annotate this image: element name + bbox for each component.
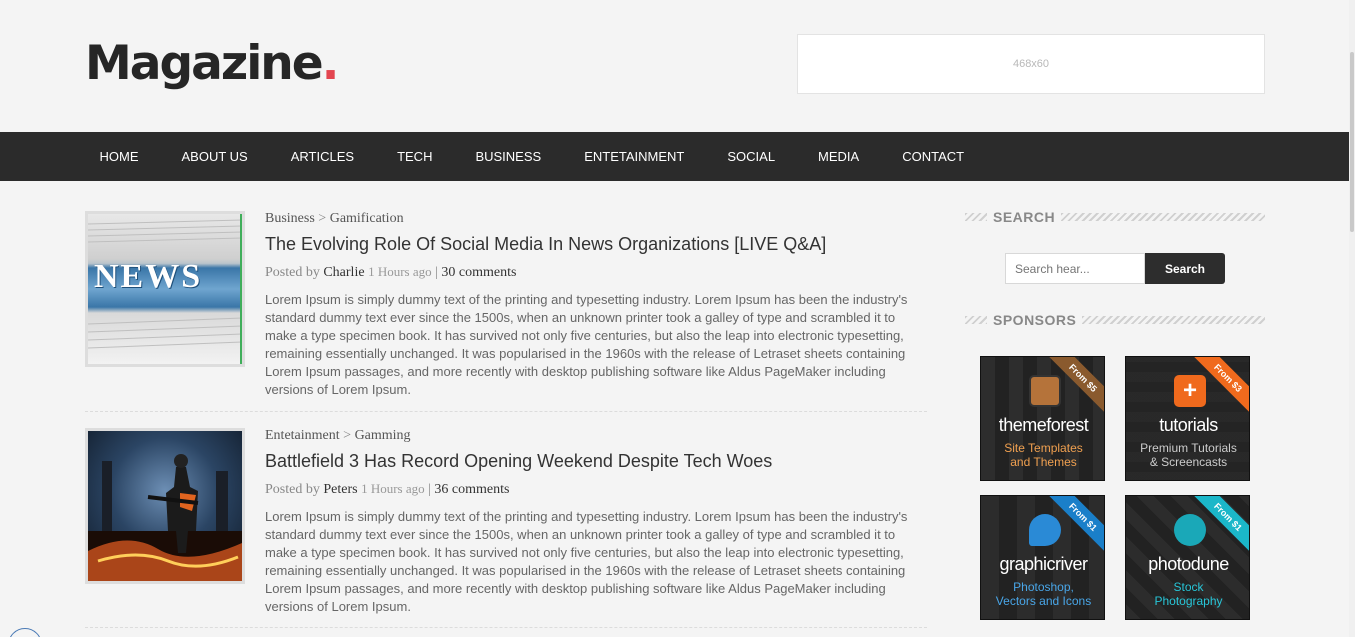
sponsors-heading: SPONSORS (965, 312, 1265, 328)
post-author[interactable]: Peters (323, 482, 357, 497)
ad-banner[interactable]: 468x60 (797, 34, 1265, 94)
sponsor-tutorials[interactable]: From $3 + tutorials Premium Tutorials & … (1125, 356, 1250, 481)
sponsor-tagline-line2: Photography (1154, 594, 1223, 608)
nav-item-contact[interactable]: CONTACT (881, 132, 986, 181)
themeforest-icon (1029, 375, 1061, 407)
nav-item-entetainment[interactable]: ENTETAINMENT (563, 132, 706, 181)
post-body: Business > Gamification The Evolving Rol… (265, 211, 915, 399)
sponsor-tagline: Photoshop, Vectors and Icons (981, 580, 1104, 608)
nav-item-tech[interactable]: TECH (376, 132, 454, 181)
post-time: 1 Hours ago (361, 481, 425, 496)
nav-item-home[interactable]: HOME (78, 132, 160, 181)
graphicriver-icon (1029, 514, 1061, 546)
post-meta: Posted by Charlie 1 Hours ago | 30 comme… (265, 263, 915, 282)
nav-item-articles[interactable]: ARTICLES (269, 132, 375, 181)
post-time: 1 Hours ago (368, 264, 432, 279)
sponsor-name: graphicriver (999, 554, 1088, 574)
heading-stripe-left (965, 316, 987, 324)
page: Magazine. 468x60 HOME ABOUT US ARTICLES … (0, 0, 1355, 637)
news-thumb-text: NEWS (94, 258, 203, 295)
post-meta: Posted by Peters 1 Hours ago | 36 commen… (265, 480, 915, 499)
post-thumbnail[interactable]: NEWS (85, 211, 245, 367)
post-item: Entetainment > Gamming Battlefield 3 Has… (85, 428, 927, 616)
post-author[interactable]: Charlie (323, 265, 364, 280)
ad-label: 468x60 (1012, 58, 1050, 70)
sponsor-tagline-line2: & Screencasts (1149, 455, 1228, 469)
breadcrumb-separator: > (318, 211, 327, 226)
corner-badge-icon (8, 628, 42, 637)
nav-item-media[interactable]: MEDIA (797, 132, 881, 181)
post-title[interactable]: Battlefield 3 Has Record Opening Weekend… (265, 450, 915, 472)
post-breadcrumb: Business > Gamification (265, 211, 915, 227)
posted-by-label: Posted by (265, 482, 320, 497)
post-breadcrumb: Entetainment > Gamming (265, 428, 915, 444)
sponsor-tagline: Premium Tutorials & Screencasts (1126, 441, 1249, 469)
nav-item-social[interactable]: SOCIAL (706, 132, 797, 181)
sponsor-tagline-line2: Vectors and Icons (995, 594, 1092, 608)
post-item: NEWS Business > Gamification The Evolvin… (85, 211, 927, 399)
photodune-icon (1174, 514, 1206, 546)
sponsor-tagline: Stock Photography (1126, 580, 1249, 608)
sponsor-tagline-line2: and Themes (1010, 455, 1077, 469)
sponsor-tagline-line1: Stock (1173, 580, 1204, 594)
post-category[interactable]: Business (265, 211, 315, 226)
post-excerpt: Lorem Ipsum is simply dummy text of the … (265, 292, 908, 397)
sponsors-heading-text: SPONSORS (993, 312, 1077, 328)
post-divider (85, 411, 927, 412)
post-subcategory[interactable]: Gamming (355, 428, 411, 443)
logo-dot: . (321, 36, 340, 91)
search-heading: SEARCH (965, 209, 1265, 225)
meta-divider: | (428, 482, 431, 497)
sponsor-tagline-line1: Site Templates (1004, 441, 1083, 455)
nav-item-business[interactable]: BUSINESS (454, 132, 563, 181)
tutorials-plus-icon: + (1174, 375, 1206, 407)
sponsor-name: photodune (1148, 554, 1229, 574)
nav-item-about-us[interactable]: ABOUT US (160, 132, 269, 181)
heading-stripe-right (1061, 213, 1265, 221)
sponsor-tagline: Site Templates and Themes (981, 441, 1104, 469)
meta-divider: | (435, 265, 438, 280)
post-category[interactable]: Entetainment (265, 428, 340, 443)
sponsor-name: tutorials (1159, 415, 1218, 435)
search-input[interactable] (1005, 253, 1145, 284)
scrollbar-thumb[interactable] (1350, 52, 1354, 232)
sponsor-tagline-line1: Premium Tutorials (1140, 441, 1237, 455)
breadcrumb-separator: > (343, 428, 352, 443)
post-divider (85, 627, 927, 628)
post-excerpt: Lorem Ipsum is simply dummy text of the … (265, 509, 908, 614)
site-logo[interactable]: Magazine. (85, 36, 340, 91)
post-subcategory[interactable]: Gamification (330, 211, 404, 226)
heading-stripe-left (965, 213, 987, 221)
sponsor-graphicriver[interactable]: From $1 graphicriver Photoshop, Vectors … (980, 495, 1105, 620)
heading-stripe-right (1082, 316, 1265, 324)
logo-text: Magazine (85, 36, 324, 91)
main-nav: HOME ABOUT US ARTICLES TECH BUSINESS ENT… (0, 132, 1349, 181)
post-title[interactable]: The Evolving Role Of Social Media In New… (265, 233, 915, 255)
sponsor-tagline-line1: Photoshop, (1013, 580, 1074, 594)
post-comments[interactable]: 36 comments (434, 482, 509, 497)
sponsor-photodune[interactable]: From $1 photodune Stock Photography (1125, 495, 1250, 620)
posted-by-label: Posted by (265, 265, 320, 280)
sponsor-themeforest[interactable]: From $5 themeforest Site Templates and T… (980, 356, 1105, 481)
search-heading-text: SEARCH (993, 209, 1056, 225)
sponsor-name: themeforest (998, 415, 1089, 435)
post-body: Entetainment > Gamming Battlefield 3 Has… (265, 428, 915, 616)
post-thumbnail[interactable] (85, 428, 245, 584)
search-button[interactable]: Search (1145, 253, 1225, 284)
post-comments[interactable]: 30 comments (441, 265, 516, 280)
